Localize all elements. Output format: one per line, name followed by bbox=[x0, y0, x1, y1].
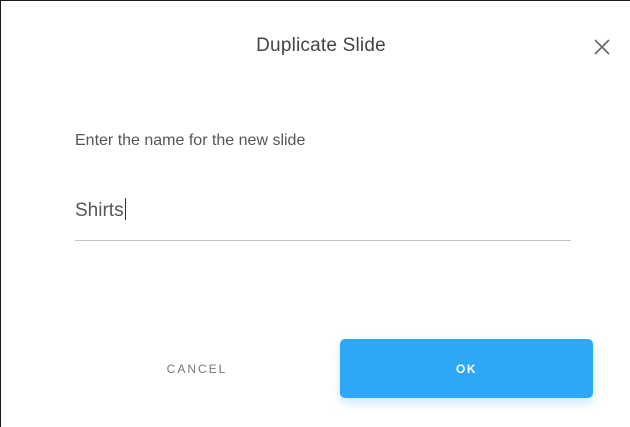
duplicate-slide-dialog: Duplicate Slide Enter the name for the n… bbox=[0, 0, 630, 427]
slide-name-value: Shirts bbox=[75, 200, 124, 221]
text-caret bbox=[124, 198, 126, 220]
dialog-title: Duplicate Slide bbox=[256, 35, 386, 56]
ok-button[interactable]: OK bbox=[340, 339, 593, 398]
slide-name-input[interactable]: Shirts bbox=[75, 197, 571, 241]
cancel-button[interactable]: CANCEL bbox=[127, 345, 267, 393]
name-prompt-label: Enter the name for the new slide bbox=[75, 132, 306, 149]
close-icon[interactable] bbox=[593, 38, 611, 56]
